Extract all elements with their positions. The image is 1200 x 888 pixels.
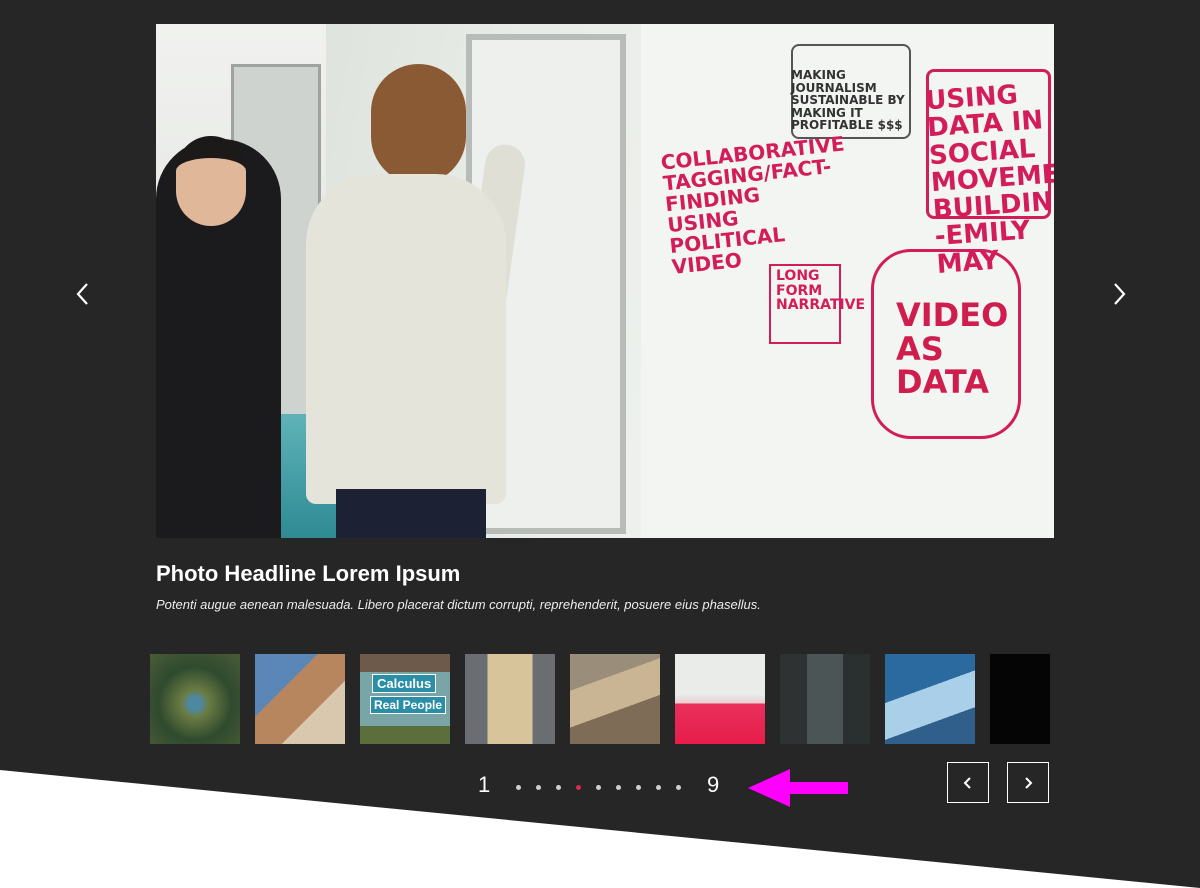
- photo-person-woman-head: [176, 136, 246, 226]
- pagination-dot[interactable]: [616, 785, 621, 790]
- thumbnail-hallway[interactable]: [465, 654, 555, 744]
- thumbnail-next-button[interactable]: [1007, 762, 1049, 803]
- pagination-dot[interactable]: [536, 785, 541, 790]
- pagination-dot[interactable]: [676, 785, 681, 790]
- thumbnail-peacock[interactable]: [150, 654, 240, 744]
- thumbnail-prev-button[interactable]: [947, 762, 989, 803]
- thumbnail-iceberg[interactable]: [885, 654, 975, 744]
- whiteboard-text-collaborative: COLLABORATIVE TAGGING/FACT-FINDING USING…: [659, 131, 846, 280]
- sign-calculus: Calculus: [372, 674, 437, 693]
- slide-next-button[interactable]: [1107, 280, 1131, 308]
- thumbnail-whiteboard-active[interactable]: [675, 654, 765, 744]
- sign-real-people: Real People: [370, 696, 447, 714]
- arrow-left-icon: [748, 769, 848, 807]
- page-last-number[interactable]: 9: [707, 772, 719, 798]
- pagination-dot[interactable]: [656, 785, 661, 790]
- thumbnail-calculus-sign[interactable]: Calculus Real People: [360, 654, 450, 744]
- chevron-right-icon: [1025, 776, 1033, 789]
- thumbnail-chalkboard-lecture[interactable]: [780, 654, 870, 744]
- thumbnail-building[interactable]: [255, 654, 345, 744]
- chevron-left-icon: [963, 776, 971, 789]
- chevron-right-icon: [1114, 283, 1126, 305]
- chevron-left-icon: [76, 283, 88, 305]
- pagination-dot[interactable]: [516, 785, 521, 790]
- whiteboard-text-making-journalism: MAKING JOURNALISM SUSTAINABLE BY MAKING …: [791, 68, 905, 133]
- pagination-dot[interactable]: [596, 785, 601, 790]
- page-first-number[interactable]: 1: [478, 772, 490, 798]
- thumbnail-atrium[interactable]: [570, 654, 660, 744]
- photo-caption: Potenti augue aenean malesuada. Libero p…: [156, 597, 761, 612]
- pagination-dot[interactable]: [636, 785, 641, 790]
- photo-headline: Photo Headline Lorem Ipsum: [156, 561, 461, 586]
- thumbnail-active-overlay: [675, 654, 765, 744]
- thumbnail-dark[interactable]: [990, 654, 1050, 744]
- pagination-dot-active[interactable]: [576, 785, 581, 790]
- pagination-dot[interactable]: [556, 785, 561, 790]
- photo-person-man: [306, 174, 506, 504]
- slide-prev-button[interactable]: [71, 280, 95, 308]
- whiteboard-text-using-data: USING DATA IN SOCIAL MOVEMENT BUILDING -…: [924, 79, 1054, 280]
- pagination-dots: [516, 785, 681, 790]
- whiteboard-text-video-as-data: VIDEO AS DATA: [896, 296, 1009, 402]
- photo-person-man-head: [371, 64, 466, 184]
- photo-person-man-pants: [336, 489, 486, 538]
- thumbnail-strip: Calculus Real People: [150, 654, 1050, 744]
- whiteboard-text-long-form: LONG FORM NARRATIVE: [776, 268, 866, 314]
- main-photo: USING DATA IN SOCIAL MOVEMENT BUILDING -…: [156, 24, 1054, 538]
